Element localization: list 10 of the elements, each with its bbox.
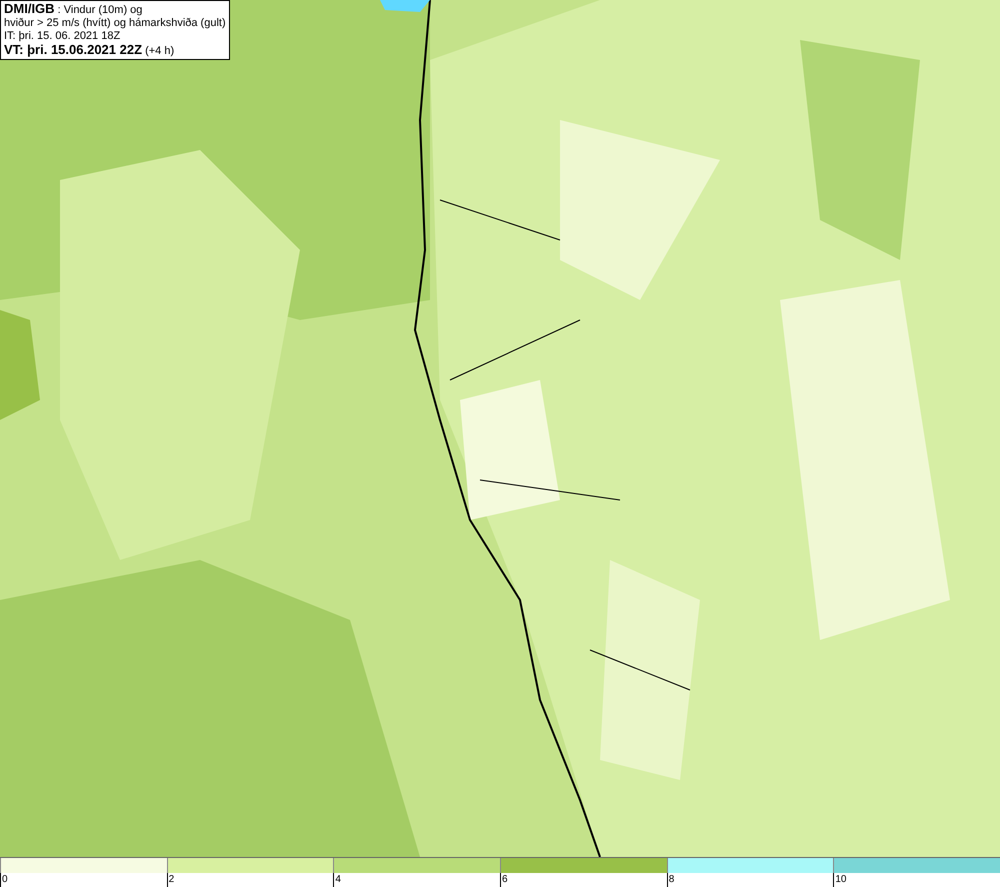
legend-tick-label: 10 — [835, 874, 846, 885]
legend-tick-label: 0 — [2, 874, 8, 885]
title-line: VT: þri. 15.06.2021 22Z (+4 h) — [4, 43, 176, 58]
legend-tick-label: 8 — [668, 874, 674, 885]
title-line: IT: þri. 15. 06. 2021 18Z — [4, 30, 122, 43]
legend-tick-label: 6 — [502, 874, 508, 885]
title-line: hviður > 25 m/s (hvítt) og hámarkshviða (gult) — [4, 17, 226, 30]
title-line: DMI/IGB : Vindur (10m) og — [4, 2, 144, 17]
legend-tick-label: 2 — [168, 874, 174, 885]
legend-tick-label: 4 — [335, 874, 341, 885]
